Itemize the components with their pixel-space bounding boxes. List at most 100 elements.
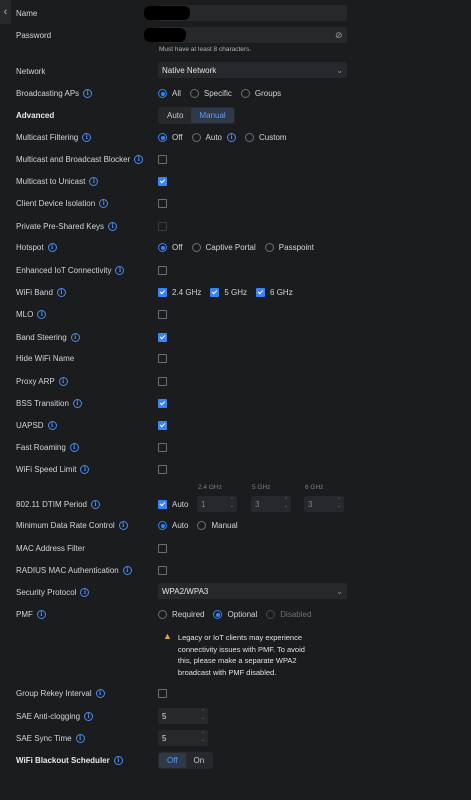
- info-icon[interactable]: i: [83, 89, 93, 98]
- chevron-left-icon: ‹: [3, 6, 8, 18]
- hide-name-checkbox[interactable]: [158, 354, 167, 363]
- info-icon[interactable]: i: [113, 756, 123, 765]
- info-icon[interactable]: i: [99, 199, 109, 208]
- info-icon[interactable]: i: [95, 689, 105, 698]
- info-icon[interactable]: i: [118, 521, 128, 530]
- dtim-col-6: 6 GHz: [305, 484, 324, 491]
- info-icon[interactable]: i: [69, 443, 79, 452]
- info-icon[interactable]: i: [80, 465, 90, 474]
- info-icon[interactable]: i: [58, 377, 68, 386]
- dtim-auto-checkbox[interactable]: Auto: [158, 500, 188, 509]
- info-icon[interactable]: i: [47, 243, 57, 252]
- sae-sync-input[interactable]: 5 ⌃ ⌄: [158, 730, 208, 746]
- password-hint: Must have at least 8 characters.: [159, 46, 252, 53]
- band-steering-label: Band Steering i: [16, 333, 80, 342]
- speed-limit-checkbox[interactable]: [158, 465, 167, 474]
- client-isolation-checkbox[interactable]: [158, 199, 167, 208]
- info-icon[interactable]: i: [227, 133, 236, 142]
- speed-limit-label: WiFi Speed Limit i: [16, 465, 90, 474]
- info-icon[interactable]: i: [89, 177, 99, 186]
- pmf-disabled-radio: Disabled: [266, 610, 311, 619]
- fast-roaming-label: Fast Roaming i: [16, 443, 79, 452]
- info-icon[interactable]: i: [84, 712, 94, 721]
- broadcasting-specific-radio[interactable]: Specific: [189, 89, 232, 98]
- redacted-password: [144, 28, 186, 42]
- advanced-label: Advanced: [16, 111, 55, 120]
- info-icon[interactable]: i: [75, 734, 85, 743]
- min-rate-auto-radio[interactable]: Auto: [158, 521, 188, 530]
- pmf-optional-radio[interactable]: Optional: [213, 610, 257, 619]
- mlo-checkbox[interactable]: [158, 310, 167, 319]
- mc-to-uc-label: Multicast to Unicast i: [16, 177, 99, 186]
- multicast-filtering-label: Multicast Filtering i: [16, 133, 92, 142]
- hotspot-off-radio[interactable]: Off: [158, 243, 183, 252]
- mc-bc-blocker-label: Multicast and Broadcast Blocker i: [16, 155, 144, 164]
- mc-bc-blocker-checkbox[interactable]: [158, 155, 167, 164]
- network-select[interactable]: Native Network ⌄: [158, 62, 347, 78]
- pmf-required-radio[interactable]: Required: [158, 610, 204, 619]
- info-icon[interactable]: i: [82, 133, 92, 142]
- ppsk-label: Private Pre-Shared Keys i: [16, 222, 118, 231]
- hotspot-passpoint-radio[interactable]: Passpoint: [264, 243, 314, 252]
- mac-filter-checkbox[interactable]: [158, 544, 167, 553]
- band-steering-checkbox[interactable]: [158, 333, 167, 342]
- uapsd-checkbox[interactable]: [158, 421, 167, 430]
- broadcasting-groups-radio[interactable]: Groups: [240, 89, 281, 98]
- sae-anti-input[interactable]: 5 ⌃ ⌄: [158, 708, 208, 724]
- security-label: Security Protocol i: [16, 588, 90, 597]
- network-label: Network: [16, 67, 46, 76]
- sae-anti-label: SAE Anti-clogging i: [16, 712, 94, 721]
- info-icon[interactable]: i: [70, 333, 80, 342]
- broadcasting-all-radio[interactable]: All: [158, 89, 181, 98]
- info-icon[interactable]: i: [56, 288, 66, 297]
- multicast-custom-radio[interactable]: Custom: [245, 133, 287, 142]
- dtim-col-5: 5 GHz: [252, 484, 271, 491]
- back-button[interactable]: ‹: [0, 0, 11, 24]
- hotspot-captive-portal-radio[interactable]: Captive Portal: [191, 243, 256, 252]
- min-rate-manual-radio[interactable]: Manual: [197, 521, 238, 530]
- ppsk-checkbox: [158, 222, 167, 231]
- chevron-down-icon: ⌄: [336, 586, 343, 596]
- band-5-checkbox[interactable]: 5 GHz: [210, 288, 247, 297]
- info-icon[interactable]: i: [91, 500, 100, 509]
- hide-name-label: Hide WiFi Name: [16, 354, 75, 363]
- sae-sync-label: SAE Sync Time i: [16, 734, 85, 743]
- info-icon[interactable]: i: [134, 155, 144, 164]
- info-icon[interactable]: i: [80, 588, 90, 597]
- password-input[interactable]: [158, 27, 347, 43]
- band-6-checkbox[interactable]: 6 GHz: [256, 288, 293, 297]
- rekey-checkbox[interactable]: [158, 689, 167, 698]
- mc-to-uc-checkbox[interactable]: [158, 177, 167, 186]
- wifi-band-label: WiFi Band i: [16, 288, 66, 297]
- iot-checkbox[interactable]: [158, 266, 167, 275]
- info-icon[interactable]: i: [37, 310, 47, 319]
- security-select[interactable]: WPA2/WPA3 ⌄: [158, 583, 347, 599]
- fast-roaming-checkbox[interactable]: [158, 443, 167, 452]
- info-icon[interactable]: i: [122, 566, 132, 575]
- info-icon[interactable]: i: [47, 421, 57, 430]
- proxy-arp-checkbox[interactable]: [158, 377, 167, 386]
- redacted-name: [144, 6, 190, 20]
- pmf-warning: ▲ Legacy or IoT clients may experience c…: [163, 631, 305, 677]
- info-icon[interactable]: i: [108, 222, 118, 231]
- dtim-6-input: 3 ⌃ ⌄: [304, 496, 344, 512]
- mac-filter-label: MAC Address Filter: [16, 544, 85, 553]
- eye-off-icon[interactable]: ⊘: [335, 30, 343, 41]
- advanced-manual-button[interactable]: Manual: [191, 108, 234, 123]
- info-icon[interactable]: i: [115, 266, 125, 275]
- info-icon[interactable]: i: [36, 610, 46, 619]
- blackout-on-button[interactable]: On: [186, 753, 213, 768]
- advanced-auto-button[interactable]: Auto: [159, 108, 191, 123]
- blackout-label: WiFi Blackout Scheduler i: [16, 756, 123, 765]
- band-2-4-checkbox[interactable]: 2.4 GHz: [158, 288, 201, 297]
- name-label: Name: [16, 9, 38, 18]
- multicast-auto-radio[interactable]: Auto i: [191, 133, 236, 142]
- bss-transition-checkbox[interactable]: [158, 399, 167, 408]
- radius-mac-checkbox[interactable]: [158, 566, 167, 575]
- multicast-off-radio[interactable]: Off: [158, 133, 183, 142]
- info-icon[interactable]: i: [72, 399, 82, 408]
- stepper-icon: ⌃ ⌄: [200, 731, 205, 743]
- blackout-off-button[interactable]: Off: [159, 753, 186, 768]
- hotspot-radio-group: Off Captive Portal Passpoint: [158, 243, 323, 252]
- uapsd-label: UAPSD i: [16, 421, 57, 430]
